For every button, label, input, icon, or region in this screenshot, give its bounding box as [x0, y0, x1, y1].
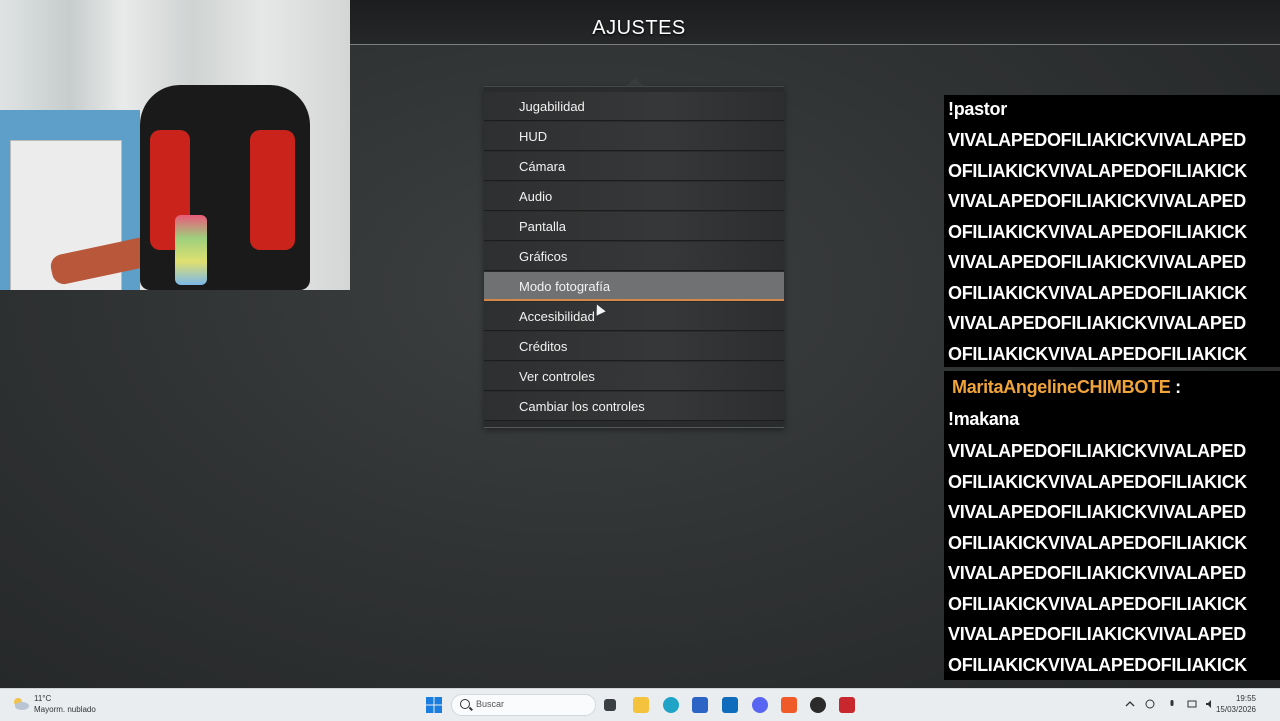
chat-message-text: OFILIAKICKVIVALAPEDOFILIAKICK [948, 532, 1247, 553]
chat-message-text: VIVALAPEDOFILIAKICKVIVALAPED [948, 563, 1246, 583]
menu-notch [626, 78, 644, 86]
weather-temperature[interactable]: 11°C [34, 694, 51, 703]
windows-start-icon[interactable] [426, 697, 442, 713]
volume-icon[interactable] [1205, 699, 1215, 709]
chat-message-text: VIVALAPEDOFILIAKICKVIVALAPED [948, 191, 1246, 211]
menu-item[interactable]: Pantalla [484, 212, 784, 241]
chat-message-text: OFILIAKICKVIVALAPEDOFILIAKICK [948, 471, 1247, 492]
menu-item[interactable]: HUD [484, 122, 784, 151]
chat-username[interactable]: MaritaAngelineCHIMBOTE [952, 377, 1171, 397]
chat-message-text: OFILIAKICKVIVALAPEDOFILIAKICK [948, 221, 1247, 242]
chevron-up-icon[interactable] [1125, 699, 1135, 709]
clock-date[interactable]: 15/03/2026 [1216, 705, 1256, 714]
chat-message-text: OFILIAKICKVIVALAPEDOFILIAKICK [948, 654, 1247, 675]
chat-message-text: VIVALAPEDOFILIAKICKVIVALAPED [948, 502, 1246, 522]
webcam-rgb-light [175, 215, 207, 285]
chat-separator: : [1175, 377, 1181, 397]
chat-message-text: VIVALAPEDOFILIAKICKVIVALAPED [948, 624, 1246, 644]
network-icon[interactable] [1145, 699, 1155, 709]
menu-item[interactable]: Audio [484, 182, 784, 211]
chat-username-line: MaritaAngelineCHIMBOTE : [952, 377, 1181, 398]
brave-icon[interactable] [781, 697, 797, 713]
chat-message-2: MaritaAngelineCHIMBOTE : !makana VIVALAP… [944, 371, 1280, 680]
menu-item[interactable]: Accesibilidad [484, 302, 784, 331]
store-icon[interactable] [692, 697, 708, 713]
taskbar-search-box[interactable]: Buscar [451, 694, 596, 716]
settings-header: AJUSTES [350, 0, 1280, 45]
display-icon[interactable] [1187, 699, 1197, 709]
chat-message-text: VIVALAPEDOFILIAKICKVIVALAPED [948, 252, 1246, 272]
chat-message-text: OFILIAKICKVIVALAPEDOFILIAKICK [948, 160, 1247, 181]
chat-message-text: OFILIAKICKVIVALAPEDOFILIAKICK [948, 593, 1247, 614]
menu-item[interactable]: Cámara [484, 152, 784, 181]
page-title: AJUSTES [592, 17, 686, 39]
search-placeholder: Buscar [476, 699, 505, 709]
chat-message-text: OFILIAKICKVIVALAPEDOFILIAKICK [948, 282, 1247, 303]
outlook-icon[interactable] [722, 697, 738, 713]
cloud-icon [14, 698, 29, 710]
weather-description[interactable]: Mayorm. nublado [34, 705, 96, 714]
chat-message-1: !pastor VIVALAPEDOFILIAKICKVIVALAPED OFIL… [944, 95, 1280, 367]
chat-message-text: OFILIAKICKVIVALAPEDOFILIAKICK [948, 343, 1247, 364]
chat-command: !pastor [948, 99, 1007, 119]
game-icon[interactable] [839, 697, 855, 713]
stream-chat-overlay: !pastor VIVALAPEDOFILIAKICKVIVALAPED OFIL… [944, 95, 1280, 680]
chat-message-text: VIVALAPEDOFILIAKICKVIVALAPED [948, 313, 1246, 333]
settings-menu: Jugabilidad HUD Cámara Audio Pantalla Gráfico… [484, 86, 784, 428]
edge-icon[interactable] [663, 697, 679, 713]
menu-item[interactable]: Ver controles [484, 362, 784, 391]
menu-item[interactable]: Cambiar los controles [484, 392, 784, 421]
chat-message-text: VIVALAPEDOFILIAKICKVIVALAPED [948, 130, 1246, 150]
file-explorer-icon[interactable] [633, 697, 649, 713]
microphone-icon[interactable] [1167, 699, 1177, 709]
menu-item[interactable]: Créditos [484, 332, 784, 361]
menu-item[interactable]: Gráficos [484, 242, 784, 271]
task-view-icon[interactable] [604, 699, 616, 711]
clock-time[interactable]: 19:55 [1236, 694, 1256, 703]
search-icon [460, 699, 470, 709]
webcam-overlay [0, 0, 350, 290]
discord-icon[interactable] [752, 697, 768, 713]
menu-item[interactable]: Jugabilidad [484, 92, 784, 121]
webcam-chair-red-panel [250, 130, 295, 250]
windows-taskbar: 11°C Mayorm. nublado Buscar 19:55 15/03/… [0, 688, 1280, 721]
chat-command: !makana [948, 409, 1019, 429]
menu-item[interactable]: Modo fotografía [484, 272, 784, 301]
obs-icon[interactable] [810, 697, 826, 713]
chat-message-text: VIVALAPEDOFILIAKICKVIVALAPED [948, 441, 1246, 461]
